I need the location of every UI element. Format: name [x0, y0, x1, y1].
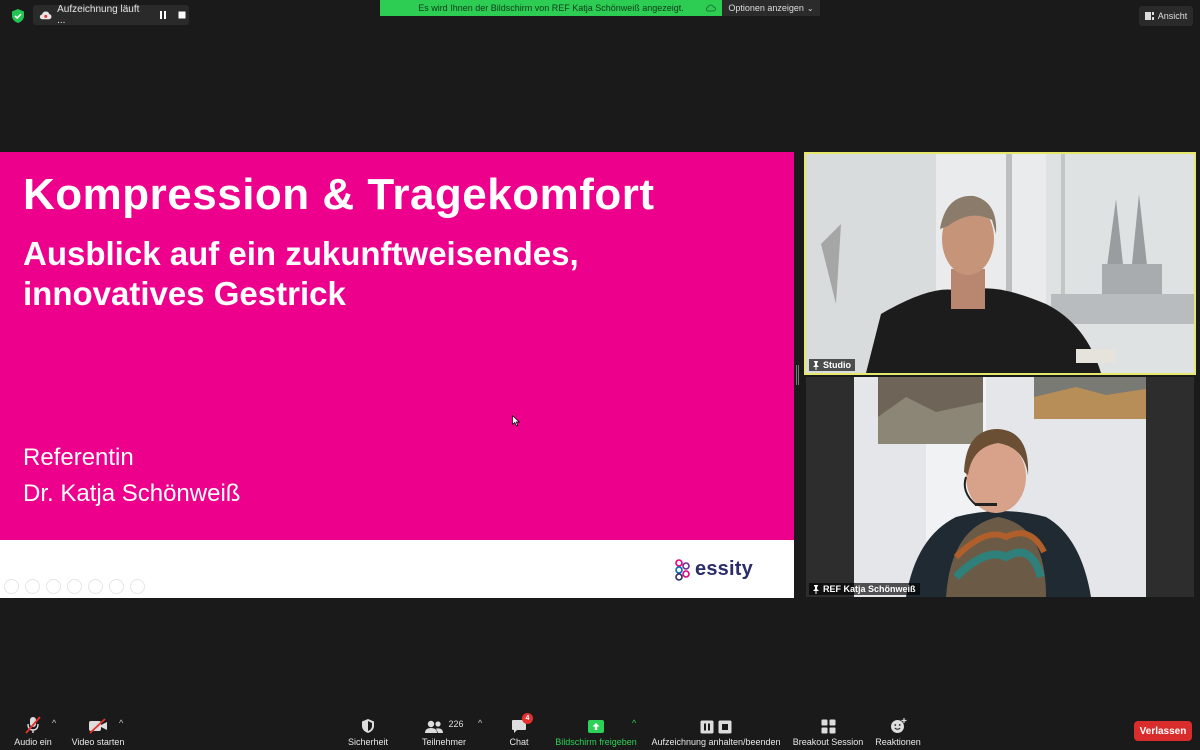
slide-title: Kompression & Tragekomfort	[23, 170, 655, 219]
participants-count: 226	[448, 719, 464, 729]
panel-resize-handle[interactable]	[796, 365, 799, 385]
screen-share-banner: Es wird Ihnen der Bildschirm von REF Kat…	[380, 0, 722, 16]
security-label: Sicherheit	[347, 737, 389, 747]
cloud-record-icon	[39, 11, 52, 20]
participant-name: REF Katja Schönweiß	[823, 584, 916, 594]
share-options-caret[interactable]: ^	[632, 718, 636, 728]
more-options-icon[interactable]	[130, 579, 145, 594]
recording-label: Aufzeichnung läuft ...	[57, 4, 140, 26]
security-shield-icon	[12, 9, 24, 23]
studio-video-feed	[806, 154, 1194, 373]
slides-grid-icon[interactable]	[67, 579, 82, 594]
video-off-icon	[89, 718, 107, 734]
view-layout-icon	[1144, 12, 1154, 20]
slide-navigation-controls[interactable]	[4, 579, 145, 594]
chat-label: Chat	[509, 737, 529, 747]
participants-label: Teilnehmer	[421, 737, 467, 747]
essity-logo-mark	[675, 558, 690, 581]
pause-icon	[160, 11, 167, 19]
security-button[interactable]: Sicherheit	[343, 712, 393, 750]
security-icon	[362, 719, 374, 733]
stop-recording-button[interactable]	[176, 8, 189, 22]
participant-name-label: Studio	[809, 359, 855, 371]
share-screen-button[interactable]: Bildschirm freigeben	[550, 712, 642, 750]
video-options-caret[interactable]: ^	[119, 718, 123, 728]
participant-name: Studio	[823, 360, 851, 370]
recording-control-button[interactable]: Aufzeichnung anhalten/beenden	[648, 712, 784, 750]
cloud-icon	[705, 4, 716, 12]
reactions-button[interactable]: Reaktionen	[873, 712, 923, 750]
video-tile-katja[interactable]: REF Katja Schönweiß	[806, 377, 1194, 597]
speaker-role: Referentin	[23, 444, 134, 471]
shared-screen-slide: Kompression & Tragekomfort Ausblick auf …	[0, 152, 794, 598]
slide-subtitle: Ausblick auf ein zukunftweisendes, innov…	[23, 234, 579, 314]
audio-button[interactable]: Audio ein	[10, 712, 56, 750]
pause-recording-icon	[700, 720, 714, 734]
participants-options-caret[interactable]: ^	[478, 718, 482, 728]
audio-label: Audio ein	[14, 737, 52, 747]
participant-name-label: REF Katja Schönweiß	[809, 583, 920, 595]
meeting-toolbar: Audio ein ^ Video starten ^ Sicherheit 2…	[0, 712, 1200, 750]
katja-video-feed	[806, 377, 1194, 597]
participants-button[interactable]: 226 Teilnehmer	[416, 712, 472, 750]
video-label: Video starten	[71, 737, 125, 747]
breakout-session-label: Breakout Session	[792, 737, 864, 747]
speaker-name: Dr. Katja Schönweiß	[23, 480, 241, 507]
slide-subtitle-line1: Ausblick auf ein zukunftweisendes,	[23, 235, 579, 272]
subtitles-icon[interactable]	[109, 579, 124, 594]
next-slide-icon[interactable]	[25, 579, 40, 594]
essity-logo: essity	[674, 558, 753, 581]
recording-indicator[interactable]: Aufzeichnung läuft ...	[33, 4, 189, 26]
breakout-session-button[interactable]: Breakout Session	[792, 712, 864, 750]
share-banner-text: Es wird Ihnen der Bildschirm von REF Kat…	[418, 3, 684, 13]
mouse-cursor-icon	[512, 415, 520, 427]
participants-icon	[425, 720, 444, 733]
reaction-smiley-icon	[890, 718, 906, 733]
pen-icon[interactable]	[46, 579, 61, 594]
stop-icon	[178, 11, 186, 19]
zoom-icon[interactable]	[88, 579, 103, 594]
share-screen-icon	[588, 720, 604, 733]
view-button[interactable]: Ansicht	[1139, 6, 1193, 26]
slide-subtitle-line2: innovatives Gestrick	[23, 275, 346, 312]
reactions-label: Reaktionen	[875, 737, 921, 747]
pause-recording-button[interactable]	[157, 8, 170, 22]
recording-control-label: Aufzeichnung anhalten/beenden	[651, 737, 781, 747]
breakout-grid-icon	[821, 719, 835, 734]
stop-recording-icon	[718, 720, 732, 734]
muted-microphone-icon	[25, 716, 41, 734]
options-label: Optionen anzeigen	[728, 3, 804, 13]
audio-options-caret[interactable]: ^	[52, 718, 56, 728]
view-label: Ansicht	[1157, 11, 1188, 21]
video-tile-studio[interactable]: Studio	[804, 152, 1196, 375]
pin-icon	[813, 360, 819, 370]
essity-logo-text: essity	[695, 558, 753, 580]
pin-icon	[813, 584, 819, 594]
chevron-down-icon: ⌄	[806, 3, 814, 13]
share-screen-label: Bildschirm freigeben	[555, 737, 637, 747]
chat-unread-badge: 4	[522, 713, 533, 724]
view-options-button[interactable]: Optionen anzeigen ⌄	[722, 0, 820, 16]
prev-slide-icon[interactable]	[4, 579, 19, 594]
leave-meeting-button[interactable]: Verlassen	[1134, 721, 1192, 741]
